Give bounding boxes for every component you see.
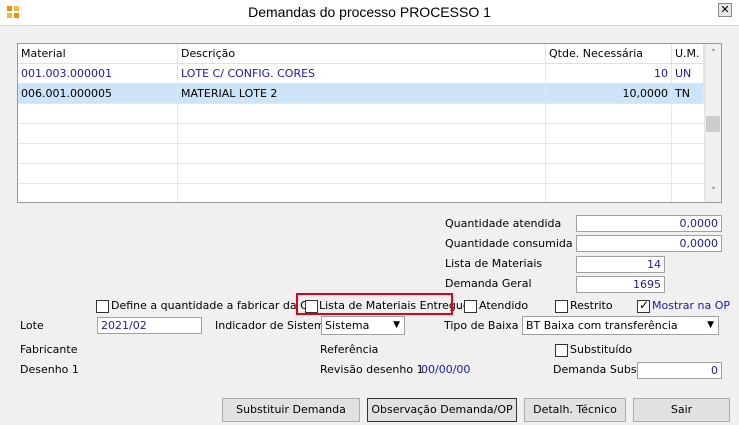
empty-row: [18, 164, 704, 184]
tipo-baixa-select[interactable]: BT Baixa com transferência ▼: [522, 316, 719, 335]
substituir-demanda-button[interactable]: Substituir Demanda: [222, 398, 360, 422]
table-row[interactable]: 006.001.000005 MATERIAL LOTE 2 10,0000 T…: [18, 84, 704, 104]
empty-row: [18, 104, 704, 124]
cell-descricao: MATERIAL LOTE 2: [178, 84, 546, 104]
chevron-down-icon: ▼: [393, 320, 400, 330]
atendido-label: Atendido: [479, 299, 529, 312]
substituido-checkbox[interactable]: [555, 344, 568, 357]
define-quantidade-checkbox[interactable]: [96, 300, 109, 313]
quantidade-consumida-label: Quantidade consumida: [445, 237, 573, 250]
lista-materiais-field[interactable]: 14: [576, 256, 665, 273]
restrito-checkbox[interactable]: [555, 300, 568, 313]
mostrar-op-label: Mostrar na OP: [652, 299, 731, 312]
cell-qtde: 10: [546, 64, 672, 84]
vertical-scrollbar[interactable]: ˄ ˅: [704, 44, 721, 202]
scroll-up-icon[interactable]: ˄: [705, 46, 721, 62]
cell-qtde: 10,0000: [546, 84, 672, 104]
header-material[interactable]: Material: [18, 44, 178, 64]
atendido-checkbox[interactable]: [464, 300, 477, 313]
detalhe-tecnico-button[interactable]: Detalh. Técnico: [524, 398, 626, 422]
empty-row: [18, 144, 704, 164]
cell-descricao: LOTE C/ CONFIG. CORES: [178, 64, 546, 84]
revisao-label: Revisão desenho 1: [320, 363, 424, 376]
tipo-baixa-label: Tipo de Baixa: [444, 319, 519, 332]
indicador-value: Sistema: [325, 319, 370, 332]
cell-um: UN: [672, 64, 704, 84]
mostrar-op-checkbox[interactable]: ✓: [637, 298, 650, 313]
sair-button[interactable]: Sair: [633, 398, 730, 422]
desenho-label: Desenho 1: [20, 363, 79, 376]
substituido-label: Substituído: [570, 343, 633, 356]
define-quantidade-label: Define a quantidade a fabricar da OP: [111, 299, 316, 312]
header-um[interactable]: U.M.: [672, 44, 704, 64]
empty-row: [18, 124, 704, 144]
demand-grid[interactable]: Material Descrição Qtde. Necessária U.M.…: [17, 43, 722, 203]
referencia-label: Referência: [320, 343, 379, 356]
table-row[interactable]: 001.003.000001 LOTE C/ CONFIG. CORES 10 …: [18, 64, 704, 84]
close-button[interactable]: ✕: [718, 3, 732, 17]
window-title: Demandas do processo PROCESSO 1: [248, 4, 491, 20]
restrito-label: Restrito: [570, 299, 613, 312]
lote-field[interactable]: 2021/02: [97, 317, 202, 334]
demanda-subst-label: Demanda Subst.: [553, 363, 645, 376]
revisao-value: 00/00/00: [421, 363, 471, 376]
cell-material: 006.001.000005: [18, 84, 178, 104]
indicador-label: Indicador de Sistema: [215, 319, 332, 332]
header-qtde[interactable]: Qtde. Necessária: [546, 44, 672, 64]
demanda-geral-field[interactable]: 1695: [576, 276, 665, 293]
quantidade-atendida-field[interactable]: 0,0000: [576, 215, 722, 232]
cell-um: TN: [672, 84, 704, 104]
header-descricao[interactable]: Descrição: [178, 44, 546, 64]
scroll-thumb[interactable]: [706, 116, 720, 132]
scroll-down-icon[interactable]: ˅: [705, 184, 721, 200]
cell-material: 001.003.000001: [18, 64, 178, 84]
chevron-down-icon: ▼: [707, 320, 714, 330]
quantidade-consumida-field[interactable]: 0,0000: [576, 235, 722, 252]
empty-row: [18, 184, 704, 202]
demanda-geral-label: Demanda Geral: [445, 277, 532, 290]
lista-materiais-label: Lista de Materiais: [445, 257, 543, 270]
quantidade-atendida-label: Quantidade atendida: [445, 217, 562, 230]
indicador-select[interactable]: Sistema ▼: [321, 316, 405, 335]
demanda-subst-field[interactable]: 0: [637, 362, 722, 379]
highlight-box: [296, 293, 453, 315]
observacao-demanda-button[interactable]: Observação Demanda/OP: [367, 398, 517, 422]
grid-header: Material Descrição Qtde. Necessária U.M.: [18, 44, 704, 64]
checkmark-icon: ✓: [639, 298, 650, 312]
tipo-baixa-value: BT Baixa com transferência: [526, 319, 678, 332]
lote-label: Lote: [20, 319, 44, 332]
fabricante-label: Fabricante: [20, 343, 78, 356]
